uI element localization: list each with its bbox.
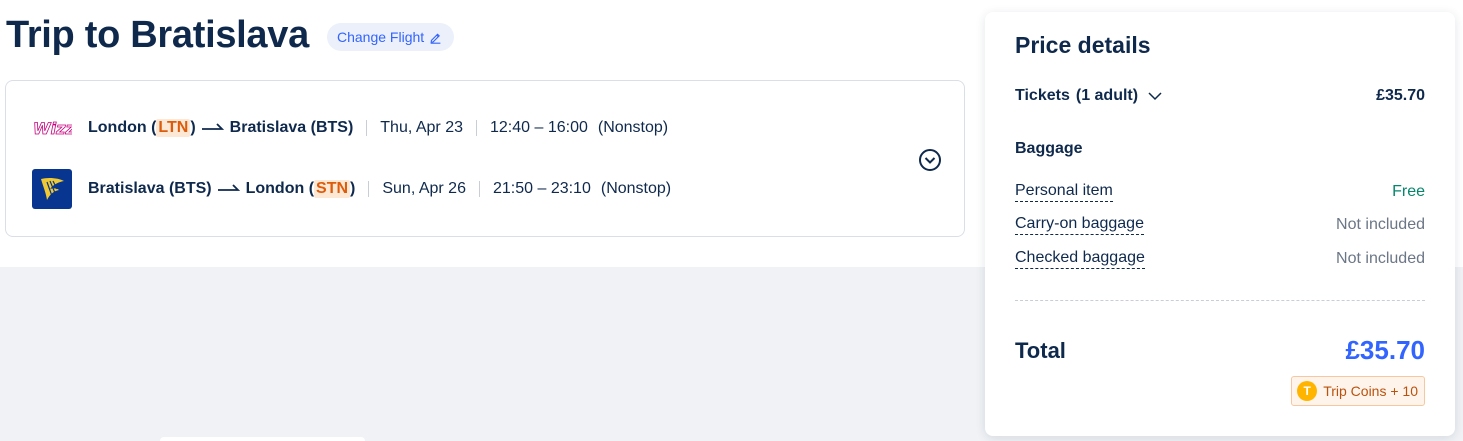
svg-text:Wizz: Wizz — [33, 119, 72, 138]
flight-date: Thu, Apr 23 — [380, 119, 463, 136]
origin-airport-code: LTN — [156, 119, 191, 137]
pencil-icon — [430, 32, 441, 44]
baggage-label[interactable]: Personal item — [1015, 182, 1113, 202]
baggage-value: Not included — [1336, 250, 1425, 267]
total-label: Total — [1015, 337, 1066, 363]
baggage-value: Free — [1392, 183, 1425, 200]
outbound-route: London (LTN) Bratislava (BTS) — [88, 119, 354, 137]
price-divider — [1015, 300, 1425, 301]
trip-coin-icon: T — [1297, 381, 1318, 401]
flight-stops: (Nonstop) — [597, 119, 669, 136]
origin-city: Bratislava — [88, 180, 165, 197]
arrow-right-icon — [217, 184, 240, 194]
origin-airport-code: BTS — [174, 180, 207, 197]
chevron-down-circle-icon — [919, 149, 941, 171]
divider — [368, 181, 370, 197]
change-flight-label: Change Flight — [337, 29, 425, 45]
divider — [366, 120, 368, 136]
ryanair-logo — [32, 169, 72, 209]
flight-time: 21:50 – 23:10 — [492, 180, 591, 197]
divider — [476, 120, 477, 136]
destination-city: London — [245, 180, 305, 197]
price-details-title: Price details — [1015, 32, 1151, 58]
baggage-row-carry-on: Carry-on baggage Not included — [1015, 215, 1425, 235]
page-title: Trip to Bratislava — [6, 14, 309, 56]
baggage-label[interactable]: Carry-on baggage — [1015, 215, 1144, 235]
chevron-down-icon — [1148, 91, 1162, 101]
price-details-panel: Price details Tickets (1 adult) £35.70 B… — [985, 12, 1455, 436]
destination-airport-code: BTS — [315, 119, 348, 136]
wizz-air-logo: Wizz — [32, 108, 72, 148]
flight-leg-return: Bratislava (BTS) London (STN) Sun, Apr 2… — [32, 169, 671, 209]
destination-airport-code: STN — [314, 180, 351, 198]
baggage-label[interactable]: Checked baggage — [1015, 249, 1145, 269]
arrow-right-icon — [201, 123, 224, 133]
total-row: Total £35.70 — [1015, 335, 1425, 366]
flight-stops: (Nonstop) — [600, 180, 672, 197]
baggage-row-personal-item: Personal item Free — [1015, 182, 1425, 202]
divider — [478, 181, 480, 197]
baggage-value: Not included — [1336, 216, 1425, 233]
trip-coins-label: Trip Coins + 10 — [1323, 383, 1418, 399]
flight-date: Sun, Apr 26 — [382, 180, 466, 197]
baggage-row-checked: Checked baggage Not included — [1015, 249, 1425, 269]
content-card-edge — [160, 437, 365, 441]
tickets-toggle[interactable]: Tickets (1 adult) — [1015, 87, 1162, 105]
origin-city: London — [88, 119, 147, 136]
expand-details-button[interactable] — [918, 148, 942, 172]
itinerary-card[interactable]: Wizz London (LTN) Bratislava (BTS) Thu, … — [5, 80, 965, 237]
baggage-heading: Baggage — [1015, 140, 1083, 157]
change-flight-button[interactable]: Change Flight — [327, 23, 455, 51]
destination-city: Bratislava — [229, 119, 307, 136]
flight-leg-outbound: Wizz London (LTN) Bratislava (BTS) Thu, … — [32, 108, 669, 148]
trip-coins-badge: T Trip Coins + 10 — [1291, 376, 1425, 406]
return-route: Bratislava (BTS) London (STN) — [88, 180, 356, 198]
tickets-passengers: (1 adult) — [1075, 87, 1139, 104]
total-value: £35.70 — [1345, 335, 1425, 365]
tickets-label: Tickets — [1015, 87, 1070, 104]
flight-time: 12:40 – 16:00 — [490, 119, 588, 136]
tickets-row: Tickets (1 adult) £35.70 — [1015, 87, 1425, 105]
tickets-price: £35.70 — [1376, 87, 1425, 104]
